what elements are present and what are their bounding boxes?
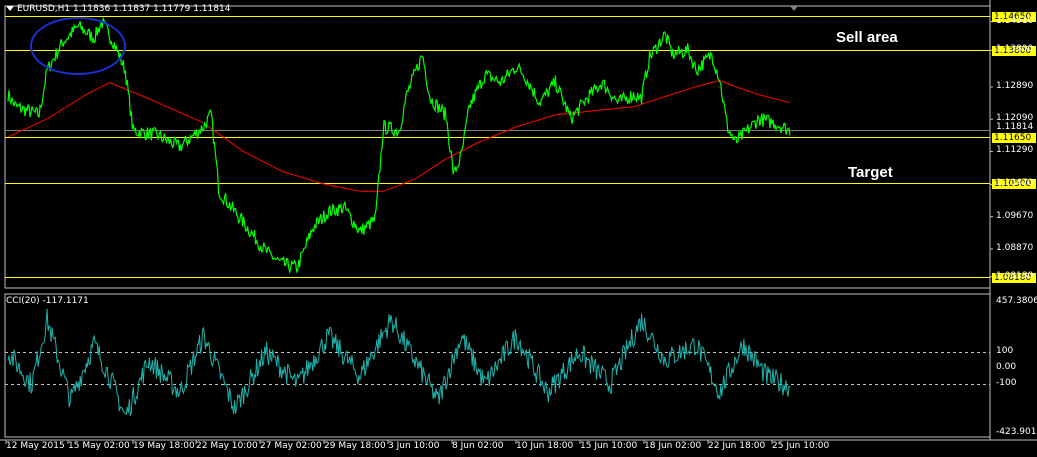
price-tick-label: 1.13800 [996, 44, 1034, 55]
date-label: 18 Jun 02:00 [644, 441, 702, 451]
date-label: 15 May 02:00 [68, 441, 130, 451]
date-label: 15 Jun 10:00 [580, 441, 638, 451]
date-label: 8 Jun 02:00 [452, 441, 504, 451]
level-tag: 1.11650 [992, 132, 1036, 143]
price-tick-label: 1.10470 [996, 178, 1034, 189]
cci-tick-label: 100 [996, 345, 1014, 356]
price-line [7, 16, 791, 275]
price-tick-label: 1.09670 [996, 210, 1034, 221]
chart-canvas [0, 0, 1037, 444]
cci-tick-label: -423.901 [996, 427, 1037, 437]
price-tick-label: 1.08870 [996, 242, 1034, 253]
price-panel-frame [4, 5, 991, 289]
horizontal-levels [5, 16, 990, 385]
date-label: 19 May 18:00 [133, 441, 195, 451]
price-tick-label: 1.11290 [996, 145, 1034, 156]
price-tick-label: 1.08180 [996, 270, 1034, 281]
target-label: Target [848, 164, 893, 181]
date-label: 25 Jun 10:00 [772, 441, 830, 451]
current-price-label: 1.11814 [996, 121, 1034, 132]
symbol-ohlc: EURUSD,H1 1.11836 1.11837 1.11779 1.1181… [17, 4, 231, 14]
date-label: 27 May 02:00 [260, 441, 322, 451]
cci-tick-label: 0.00 [996, 362, 1017, 373]
cci-panel-header: CCI(20) -117.1171 [6, 296, 89, 306]
date-label: 22 Jun 18:00 [708, 441, 766, 451]
date-label: 12 May 2015 [6, 441, 65, 451]
cci-line [7, 308, 791, 416]
chart-shift-icon [790, 6, 798, 11]
moving-average-line [7, 79, 791, 192]
sell-area-label: Sell area [836, 29, 898, 46]
price-panel-header: EURUSD,H1 1.11836 1.11837 1.11779 1.1181… [6, 4, 230, 14]
date-label: 22 May 10:00 [196, 441, 258, 451]
collapse-arrow-icon[interactable] [6, 6, 14, 11]
price-tick-label: 1.14510 [996, 15, 1034, 26]
price-tick-label: 1.12890 [996, 80, 1034, 91]
date-label: 10 Jun 18:00 [516, 441, 574, 451]
cci-value: CCI(20) -117.1171 [6, 296, 89, 306]
series-lines [7, 16, 791, 416]
date-label: 3 Jun 10:00 [388, 441, 440, 451]
cci-tick-label: -100 [996, 378, 1017, 389]
date-label: 29 May 18:00 [324, 441, 386, 451]
cci-tick-label: 457.3806 [996, 296, 1037, 306]
